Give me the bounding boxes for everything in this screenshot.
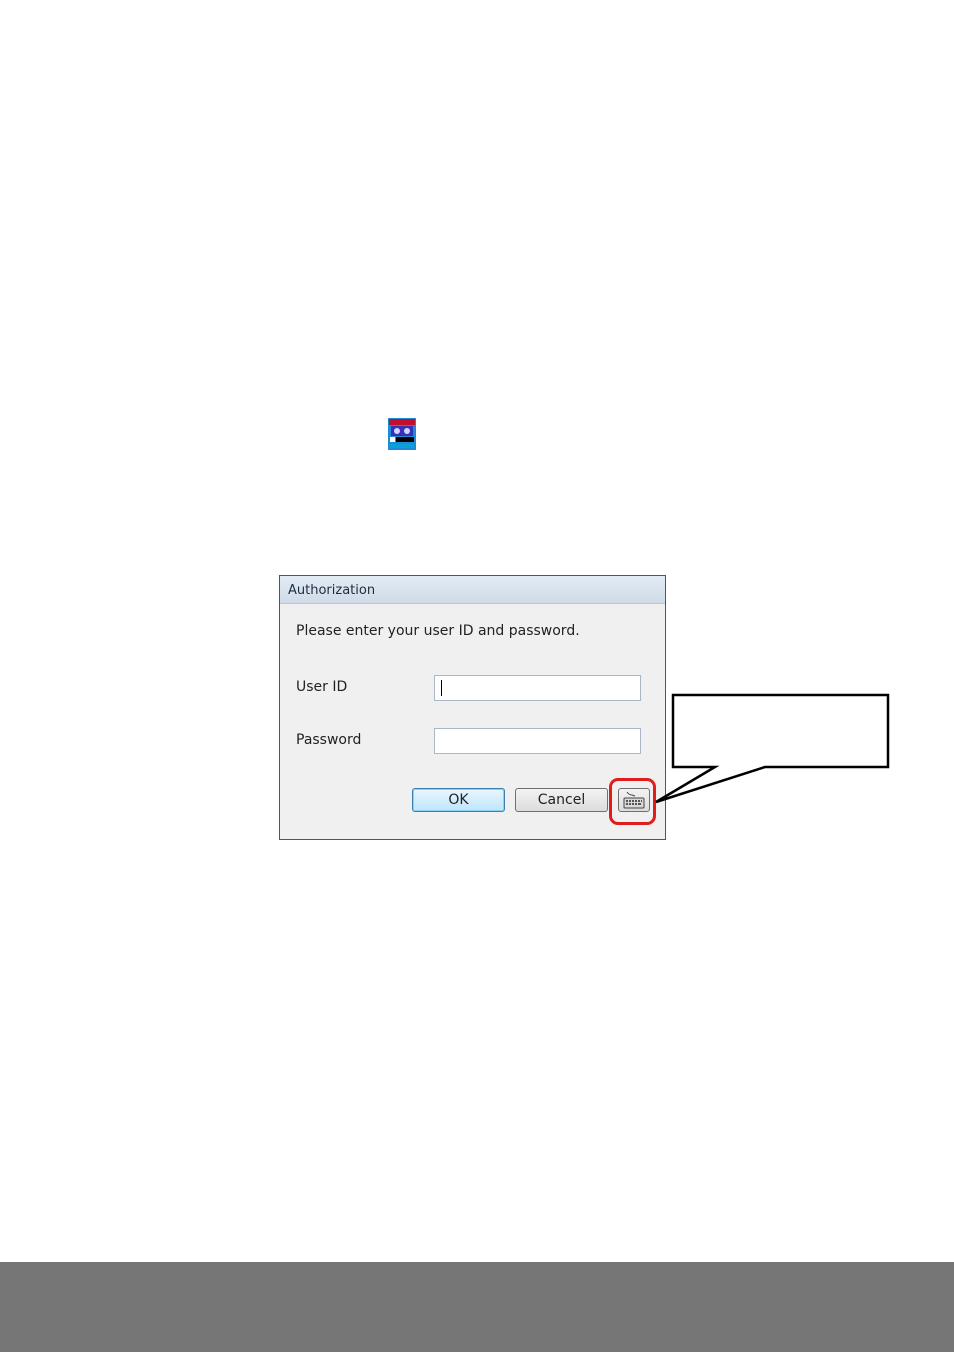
dialog-body: Please enter your user ID and password. … — [280, 604, 665, 840]
authorization-dialog: Authorization Please enter your user ID … — [279, 575, 666, 840]
app-shortcut-icon[interactable] — [388, 418, 416, 450]
password-input[interactable] — [434, 728, 641, 754]
dialog-prompt: Please enter your user ID and password. — [296, 623, 580, 639]
password-label: Password — [296, 732, 362, 748]
cancel-button[interactable]: Cancel — [515, 788, 608, 812]
ok-button[interactable]: OK — [412, 788, 505, 812]
dialog-title: Authorization — [288, 583, 376, 598]
callout-box — [655, 693, 890, 804]
user-id-input[interactable] — [434, 675, 641, 701]
dialog-titlebar: Authorization — [280, 576, 665, 604]
user-id-label: User ID — [296, 679, 348, 695]
page-footer-band — [0, 1262, 954, 1352]
text-caret — [441, 680, 442, 696]
